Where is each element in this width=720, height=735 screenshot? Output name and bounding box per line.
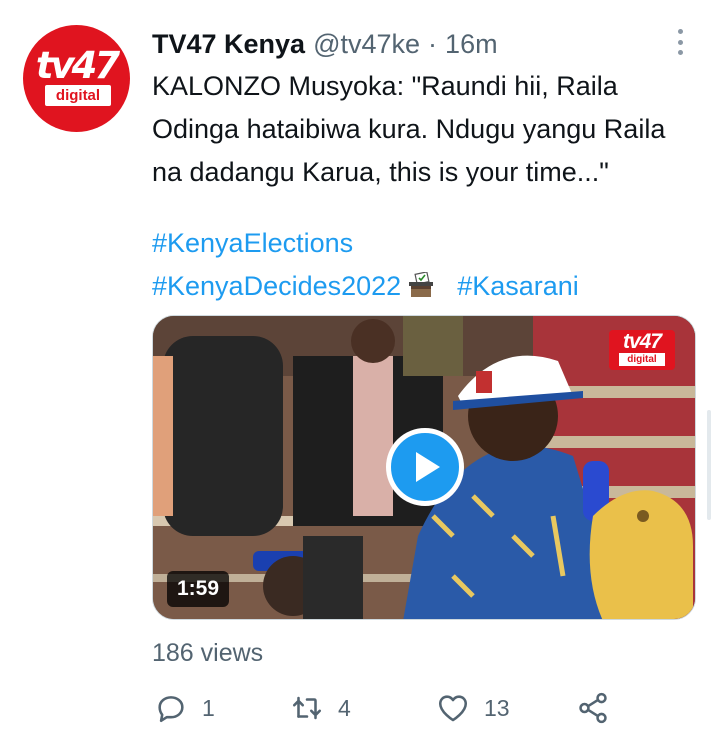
reply-count: 1 bbox=[202, 694, 215, 721]
video-logo-sub: digital bbox=[619, 353, 665, 366]
tweet-actions: 1 4 13 bbox=[152, 690, 632, 726]
like-count: 13 bbox=[484, 694, 510, 721]
retweet-count: 4 bbox=[338, 694, 351, 721]
play-icon[interactable] bbox=[386, 428, 464, 506]
like-icon bbox=[438, 695, 468, 722]
video-duration: 1:59 bbox=[167, 571, 230, 607]
author-name[interactable]: TV47 Kenya bbox=[152, 26, 305, 62]
hashtag-kasarani[interactable]: #Kasarani bbox=[457, 271, 579, 301]
scrollbar[interactable] bbox=[707, 410, 711, 520]
author-avatar[interactable]: tv47 digital bbox=[23, 25, 130, 132]
more-vertical-icon[interactable] bbox=[668, 26, 692, 58]
hashtag-kenyadecides2022[interactable]: #KenyaDecides2022 bbox=[152, 271, 401, 301]
avatar-logo-sub: digital bbox=[45, 85, 111, 106]
tweet-header: TV47 Kenya @tv47ke · 16m bbox=[152, 26, 498, 62]
author-handle[interactable]: @tv47ke bbox=[313, 26, 420, 62]
video-logo-text: tv47 bbox=[622, 330, 662, 353]
reply-button[interactable]: 1 bbox=[154, 690, 215, 726]
header-separator: · bbox=[428, 29, 438, 59]
reply-icon bbox=[158, 696, 184, 723]
share-button[interactable] bbox=[576, 690, 610, 726]
view-count: 186 views bbox=[152, 639, 264, 667]
ballot-box-icon bbox=[409, 272, 434, 297]
video-player[interactable]: tv47 digital 1:59 bbox=[152, 315, 696, 620]
retweet-icon bbox=[292, 696, 322, 720]
video-channel-logo: tv47 digital bbox=[609, 330, 675, 370]
hashtag-kenyaelections[interactable]: #KenyaElections bbox=[152, 228, 353, 258]
avatar-logo-text: tv47 bbox=[35, 44, 120, 87]
tweet-text: KALONZO Musyoka: "Raundi hii, Raila Odin… bbox=[152, 71, 666, 187]
tweet-timestamp[interactable]: 16m bbox=[445, 26, 498, 62]
like-button[interactable]: 13 bbox=[436, 690, 510, 726]
retweet-button[interactable]: 4 bbox=[290, 690, 351, 726]
share-icon bbox=[579, 692, 607, 724]
hashtag-list: #KenyaElections #KenyaDecides2022 #Kasar… bbox=[152, 222, 682, 308]
